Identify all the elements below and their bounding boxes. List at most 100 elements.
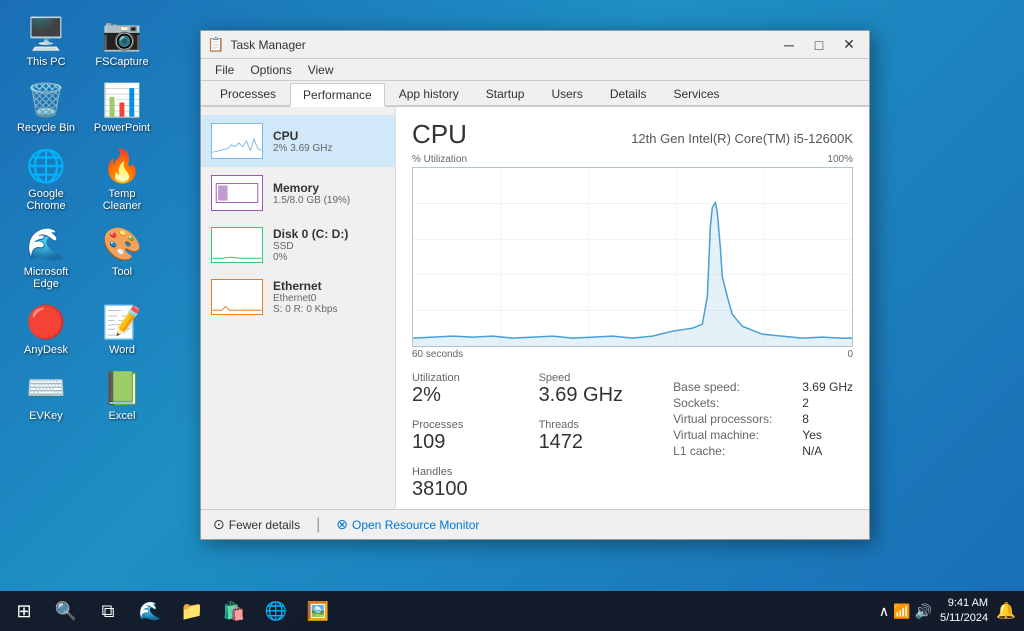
threads-label: Threads xyxy=(539,419,646,431)
icon-anydesk[interactable]: 🔴 AnyDesk xyxy=(10,298,82,360)
tab-users[interactable]: Users xyxy=(538,81,595,105)
taskbar-left: ⊞ 🔍 ⧉ 🌊 📁 🛍️ 🌐 🖼️ xyxy=(0,591,338,631)
sidebar-item-memory[interactable]: Memory 1.5/8.0 GB (19%) xyxy=(201,167,395,219)
tab-details[interactable]: Details xyxy=(597,81,660,105)
processes-value: 109 xyxy=(412,431,519,454)
minimize-button[interactable]: ─ xyxy=(775,35,803,55)
menu-bar: File Options View xyxy=(201,59,869,81)
fewer-details-label: Fewer details xyxy=(229,518,300,532)
sidebar-item-cpu[interactable]: CPU 2% 3.69 GHz xyxy=(201,115,395,167)
utilization-stat: Utilization 2% xyxy=(412,368,527,411)
icon-label-edge: Microsoft Edge xyxy=(14,266,78,290)
icon-word[interactable]: 📝 Word xyxy=(86,298,158,360)
ethernet-sidebar-label: Ethernet xyxy=(273,279,385,293)
icon-label-temp-cleaner: Temp Cleaner xyxy=(90,188,154,212)
tab-processes[interactable]: Processes xyxy=(207,81,289,105)
l1cache-label: L1 cache: xyxy=(673,444,772,458)
icon-label-recycle-bin: Recycle Bin xyxy=(17,122,75,134)
window-footer: ⊙ Fewer details | ⊗ Open Resource Monito… xyxy=(201,509,869,539)
chart-label-left: % Utilization xyxy=(412,154,467,165)
cpu-panel-title: CPU xyxy=(412,119,467,150)
icon-powerpoint[interactable]: 📊 PowerPoint xyxy=(86,76,158,138)
icon-temp-cleaner[interactable]: 🔥 Temp Cleaner xyxy=(86,142,158,216)
cpu-sidebar-label: CPU xyxy=(273,129,385,143)
menu-options[interactable]: Options xyxy=(242,59,299,81)
threads-stat: Threads 1472 xyxy=(539,415,654,458)
icon-label-excel: Excel xyxy=(109,410,136,422)
vproc-value: 8 xyxy=(802,412,853,426)
chrome-taskbar-button[interactable]: 🌐 xyxy=(256,591,296,631)
tab-startup[interactable]: Startup xyxy=(473,81,538,105)
icon-evkey[interactable]: ⌨️ EVKey xyxy=(10,364,82,426)
icon-fscapture[interactable]: 📷 FSCapture xyxy=(86,10,158,72)
icon-label-word: Word xyxy=(109,344,135,356)
sockets-label: Sockets: xyxy=(673,396,772,410)
processes-stat: Processes 109 xyxy=(412,415,527,458)
start-button[interactable]: ⊞ xyxy=(4,591,44,631)
memory-sidebar-sub: 1.5/8.0 GB (19%) xyxy=(273,195,385,206)
taskbar-system-icons: ∧ 📶 🔊 xyxy=(879,603,932,620)
task-manager-icon: 📋 xyxy=(207,36,224,53)
tab-services[interactable]: Services xyxy=(661,81,733,105)
main-content: CPU 2% 3.69 GHz Memory 1.5/8.0 GB (19%) xyxy=(201,107,869,509)
menu-view[interactable]: View xyxy=(300,59,342,81)
ethernet-sidebar-sub1: Ethernet0 xyxy=(273,293,385,304)
icon-edge[interactable]: 🌊 Microsoft Edge xyxy=(10,220,82,294)
clock-time: 9:41 AM xyxy=(940,596,988,611)
maximize-button[interactable]: □ xyxy=(805,35,833,55)
chart-time-row: 60 seconds 0 xyxy=(412,349,853,360)
disk-sidebar-label: Disk 0 (C: D:) xyxy=(273,227,385,241)
photo-taskbar-button[interactable]: 🖼️ xyxy=(298,591,338,631)
speed-value: 3.69 GHz xyxy=(539,384,646,407)
cpu-header: CPU 12th Gen Intel(R) Core(TM) i5-12600K xyxy=(412,119,853,150)
utilization-value: 2% xyxy=(412,384,519,407)
icon-recycle-bin[interactable]: 🗑️ Recycle Bin xyxy=(10,76,82,138)
icon-label-evkey: EVKey xyxy=(29,410,63,422)
speed-stat: Speed 3.69 GHz xyxy=(539,368,654,411)
fewer-details-icon: ⊙ xyxy=(213,516,225,533)
icon-chrome[interactable]: 🌐 Google Chrome xyxy=(10,142,82,216)
window-titlebar: 📋 Task Manager ─ □ ✕ xyxy=(201,31,869,59)
fewer-details-button[interactable]: ⊙ Fewer details xyxy=(213,516,300,533)
icon-tool[interactable]: 🎨 Tool xyxy=(86,220,158,294)
tab-app-history[interactable]: App history xyxy=(386,81,472,105)
handles-value: 38100 xyxy=(412,478,645,501)
utilization-label: Utilization xyxy=(412,372,519,384)
window-controls: ─ □ ✕ xyxy=(775,35,863,55)
handles-stat: Handles 38100 xyxy=(412,462,653,505)
taskbar-clock[interactable]: 9:41 AM 5/11/2024 xyxy=(940,596,988,627)
volume-icon[interactable]: 🔊 xyxy=(915,603,932,620)
edge-taskbar-button[interactable]: 🌊 xyxy=(130,591,170,631)
chevron-up-icon[interactable]: ∧ xyxy=(879,603,889,620)
menu-file[interactable]: File xyxy=(207,59,242,81)
chart-time-right: 0 xyxy=(847,349,853,360)
vmachine-value: Yes xyxy=(802,428,853,442)
tab-performance[interactable]: Performance xyxy=(290,83,385,107)
search-button[interactable]: 🔍 xyxy=(46,591,86,631)
icon-this-pc[interactable]: 🖥️ This PC xyxy=(10,10,82,72)
network-icon[interactable]: 📶 xyxy=(893,603,910,620)
notification-icon[interactable]: 🔔 xyxy=(996,601,1016,621)
ethernet-sidebar-sub2: S: 0 R: 0 Kbps xyxy=(273,304,385,315)
vproc-label: Virtual processors: xyxy=(673,412,772,426)
sidebar-item-disk[interactable]: Disk 0 (C: D:) SSD 0% xyxy=(201,219,395,271)
store-taskbar-button[interactable]: 🛍️ xyxy=(214,591,254,631)
icon-label-powerpoint: PowerPoint xyxy=(94,122,150,134)
desktop-icons: 🖥️ This PC 📷 FSCapture 🗑️ Recycle Bin 📊 … xyxy=(10,10,158,426)
tab-bar: Processes Performance App history Startu… xyxy=(201,81,869,107)
task-view-button[interactable]: ⧉ xyxy=(88,591,128,631)
icon-label-tool: Tool xyxy=(112,266,132,278)
handles-label: Handles xyxy=(412,466,645,478)
icon-excel[interactable]: 📗 Excel xyxy=(86,364,158,426)
footer-separator: | xyxy=(316,516,320,534)
close-button[interactable]: ✕ xyxy=(835,35,863,55)
processes-label: Processes xyxy=(412,419,519,431)
l1cache-value: N/A xyxy=(802,444,853,458)
sidebar-item-ethernet[interactable]: Ethernet Ethernet0 S: 0 R: 0 Kbps xyxy=(201,271,395,323)
open-resource-monitor-button[interactable]: ⊗ Open Resource Monitor xyxy=(336,516,479,533)
cpu-sidebar-sub: 2% 3.69 GHz xyxy=(273,143,385,154)
taskbar: ⊞ 🔍 ⧉ 🌊 📁 🛍️ 🌐 🖼️ ∧ 📶 🔊 9:41 AM 5/11/202… xyxy=(0,591,1024,631)
explorer-taskbar-button[interactable]: 📁 xyxy=(172,591,212,631)
disk-sidebar-sub2: 0% xyxy=(273,252,385,263)
chart-label-right: 100% xyxy=(827,154,853,165)
